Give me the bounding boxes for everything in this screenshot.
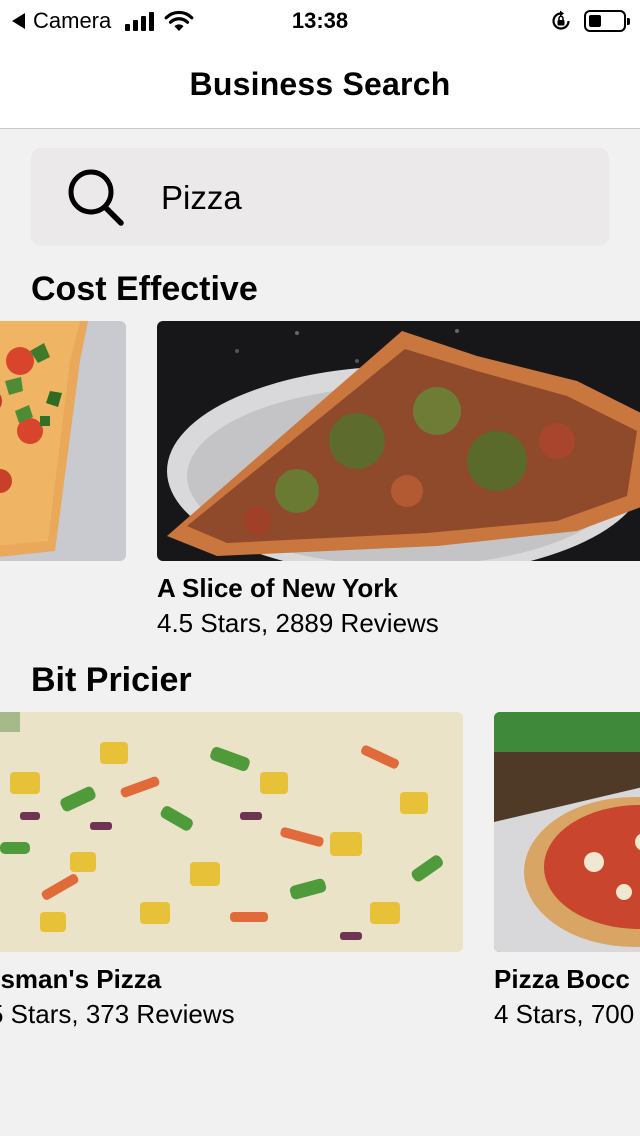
- search-input[interactable]: [161, 176, 581, 220]
- section-title-bit-pricier: Bit Pricier: [31, 661, 192, 699]
- page-title: Business Search: [189, 66, 451, 102]
- business-rating: 4 Stars, 700: [494, 999, 635, 1029]
- business-name: ssman's Pizza: [0, 964, 162, 994]
- business-name: Pizza Bocc: [494, 964, 630, 994]
- section-title-cost-effective: Cost Effective: [31, 270, 258, 308]
- business-rating: 5 Stars, 373 Reviews: [0, 999, 235, 1029]
- business-card-image[interactable]: [0, 321, 126, 561]
- clock: 13:38: [291, 8, 349, 33]
- business-name: A Slice of New York: [157, 573, 398, 603]
- rotation-lock-icon: [552, 10, 570, 30]
- business-rating: 4.5 Stars, 2889 Reviews: [157, 608, 439, 638]
- battery-icon: [584, 10, 630, 32]
- bit-pricier-carousel[interactable]: ssman's Pizza 5 Stars, 373 Reviews Pizza…: [0, 711, 640, 1041]
- status-bar: Camera 13:38: [0, 0, 640, 42]
- search-bar[interactable]: [31, 148, 609, 246]
- navigation-bar: Business Search: [0, 42, 640, 129]
- business-card-image[interactable]: [0, 712, 463, 952]
- search-icon: [68, 169, 124, 226]
- business-card-image[interactable]: [494, 712, 640, 952]
- business-card-image[interactable]: [157, 321, 640, 561]
- cost-effective-carousel[interactable]: A Slice of New York 4.5 Stars, 2889 Revi…: [0, 320, 640, 650]
